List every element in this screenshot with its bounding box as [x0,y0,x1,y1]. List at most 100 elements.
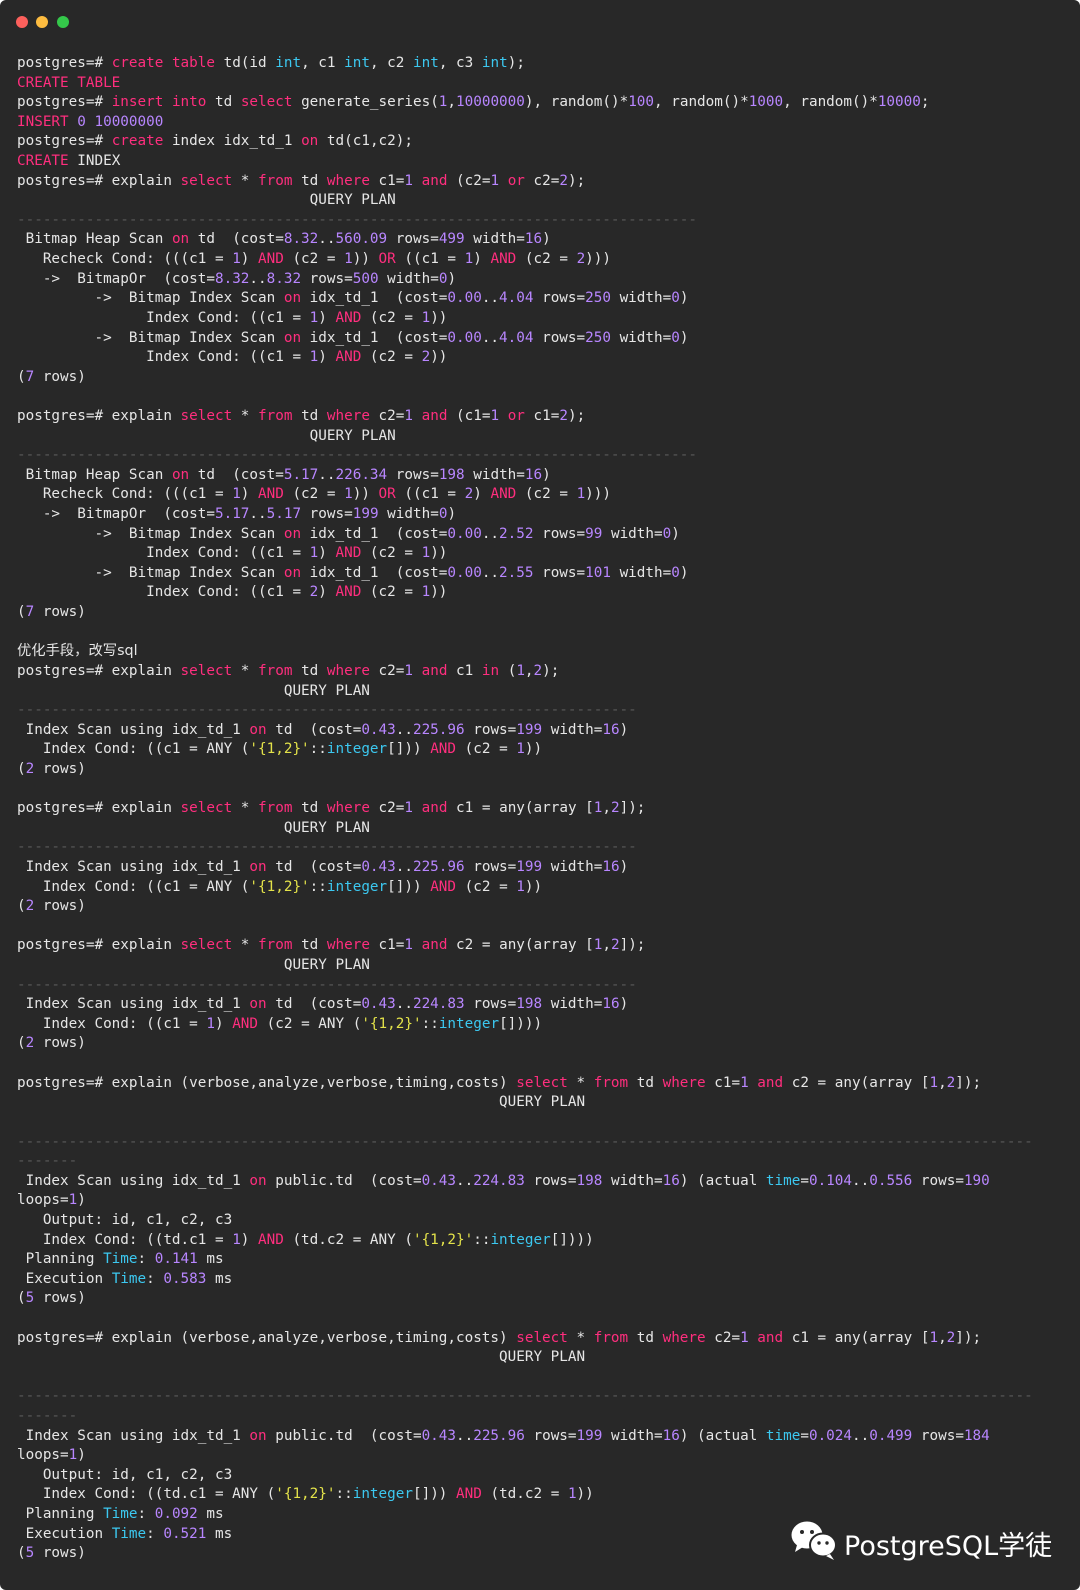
terminal-token: c1= [369,172,405,189]
close-window-button[interactable] [16,16,28,28]
terminal-token: : [137,1506,155,1523]
terminal-token: ) (actual [679,1427,766,1444]
title-bar [0,0,1080,40]
terminal-token: ( [499,662,517,679]
terminal-token: on [249,858,267,875]
terminal-token: 2 [946,1074,956,1091]
terminal-token: AND [258,251,284,268]
terminal-token: on [249,996,267,1013]
terminal-token: AND [258,1231,284,1248]
terminal-line: postgres=# explain select * from td wher… [17,172,1067,192]
terminal-token: -> BitmapOr (cost= [17,270,215,287]
terminal-line: QUERY PLAN [17,682,1067,702]
terminal-token: ( [17,1035,26,1052]
terminal-token: c2= [369,407,405,424]
terminal-token: postgres=# [17,55,112,71]
terminal-token: ) [77,1192,86,1209]
terminal-token: where [326,407,370,424]
terminal-token: OR [378,486,396,503]
terminal-line: Index Scan using idx_td_1 on td (cost=0.… [17,858,1067,878]
terminal-token: 2 [946,1329,956,1346]
terminal-token: ( [17,760,26,777]
terminal-token: 198 [516,996,543,1013]
terminal-token: ) [318,545,336,562]
terminal-token: 0 [671,564,680,581]
terminal-token: c1= [705,1074,741,1091]
terminal-token: c1= [524,407,560,424]
terminal-token: : [137,1251,155,1268]
terminal-token: 16 [602,721,620,738]
terminal-token: 8.32 [283,231,319,248]
terminal-token: 225.96 [412,858,465,875]
terminal-output[interactable]: postgres=# create table td(id int, c1 in… [17,54,1067,1564]
terminal-token: Execution [17,1270,112,1287]
terminal-token: 1 [309,349,319,366]
terminal-token: where [326,172,370,189]
terminal-token: 16 [662,1172,680,1189]
minimize-window-button[interactable] [36,16,48,28]
terminal-token: 0.583 [163,1270,207,1287]
terminal-token: .. [395,721,413,738]
terminal-token: AND [490,251,517,268]
terminal-token: td (cost= [266,996,362,1013]
terminal-token: width= [378,506,439,523]
terminal-token: , [524,662,534,679]
terminal-line: ----------------------------------------… [17,1133,1067,1153]
terminal-line: Index Scan using idx_td_1 on public.td (… [17,1427,1067,1447]
terminal-token: , random()* [654,94,749,111]
terminal-token: (c2 = [516,486,577,503]
terminal-token: rows= [533,290,586,307]
terminal-token: (c2 = [283,486,345,503]
terminal-token: 0.00 [447,329,482,346]
terminal-line: ----------------------------------------… [17,211,1067,231]
terminal-line: INSERT 0 10000000 [17,113,1067,133]
terminal-token: (c2 = [283,251,345,268]
watermark: PostgreSQL学徒 [790,1518,1060,1562]
terminal-token: 16 [524,231,543,248]
terminal-token: (c2 = [456,741,517,758]
terminal-token: : [146,1525,164,1542]
terminal-token: , [602,800,611,817]
terminal-token: int [413,55,439,71]
terminal-token: 0.43 [361,996,396,1013]
terminal-token: 560.09 [335,231,388,248]
terminal-line: (2 rows) [17,760,1067,780]
terminal-token: Index Scan using idx_td_1 [17,1172,250,1189]
terminal-token: 5.17 [266,506,302,523]
terminal-line: (7 rows) [17,603,1067,623]
terminal-token: postgres=# [17,94,112,111]
terminal-token: 16 [602,996,620,1013]
terminal-token: 184 [963,1427,990,1444]
terminal-token: c2= [369,800,405,817]
terminal-token: 2 [25,760,35,777]
terminal-token: ( [17,1290,26,1307]
terminal-token: idx_td_1 (cost= [301,564,448,581]
terminal-token: Index Cond: ((c1 = [17,584,310,601]
terminal-line: ----------------------------------------… [17,838,1067,858]
terminal-token: (td.c2 = [481,1486,568,1503]
terminal-token: td [292,407,327,424]
terminal-token: Index Scan using idx_td_1 [17,996,250,1013]
zoom-window-button[interactable] [57,16,69,28]
terminal-token: 1 [232,486,241,503]
terminal-token: integer [490,1231,551,1248]
terminal-token: Time [103,1251,138,1268]
terminal-token: and [421,662,448,679]
terminal-token: 10000000 [456,94,525,111]
terminal-token: 1 [421,309,431,326]
terminal-token: on [171,466,190,483]
terminal-token: 4.04 [499,329,534,346]
terminal-token: ------- [17,1153,78,1170]
terminal-token: c2= [524,172,560,189]
terminal-token: QUERY PLAN [17,682,370,699]
terminal-token: AND [335,545,362,562]
terminal-token: Bitmap Heap Scan [17,466,172,483]
terminal-token: 2 [610,800,620,817]
terminal-token: from [258,800,293,817]
